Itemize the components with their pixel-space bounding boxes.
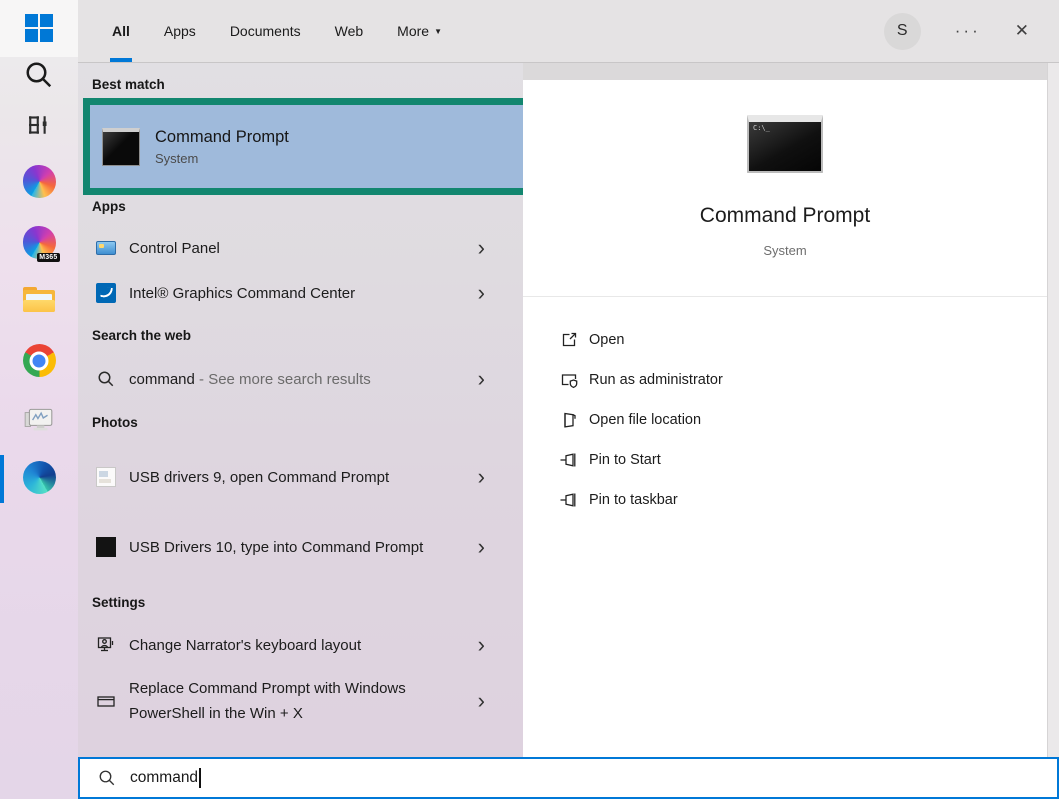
tab-documents[interactable]: Documents [228,0,303,62]
tab-all[interactable]: All [110,0,132,62]
edge-button[interactable] [0,461,78,494]
action-pin-to-start[interactable]: Pin to Start [523,440,1047,480]
search-icon [24,60,54,90]
taskbar: M365 [0,0,78,799]
search-icon [98,769,116,787]
text-cursor [199,768,201,788]
result-intel-graphics[interactable]: Intel® Graphics Command Center › [78,271,523,315]
search-content: Best match Command Prompt System Apps Co… [78,63,1059,757]
chevron-down-icon: ▼ [434,27,442,36]
action-open[interactable]: Open [523,320,1047,360]
result-narrator-setting[interactable]: Change Narrator's keyboard layout › [78,623,523,667]
more-options-button[interactable]: ··· [955,21,981,41]
section-header-web: Search the web [92,328,191,343]
result-replace-cmd-setting[interactable]: Replace Command Prompt with Windows Powe… [78,668,523,734]
file-explorer-icon [23,287,55,312]
preview-subtitle: System [523,243,1047,258]
preview-panel: C:\_ Command Prompt System Open [523,80,1047,757]
section-header-settings: Settings [92,595,145,610]
edge-icon [23,461,56,494]
admin-shield-icon [559,370,579,390]
intel-graphics-icon [96,283,116,303]
command-prompt-icon-large: C:\_ [747,115,823,173]
file-location-icon [559,410,579,430]
scrollbar-track[interactable] [1047,63,1059,757]
photo-thumbnail-icon [96,537,116,557]
preview-title: Command Prompt [523,204,1047,228]
tab-web[interactable]: Web [333,0,366,62]
chevron-right-icon[interactable]: › [478,237,485,259]
cmd-prompt-text: C:\_ [753,124,770,132]
m365-copilot-button[interactable]: M365 [0,226,78,259]
active-app-indicator [0,455,4,503]
section-header-photos: Photos [92,415,138,430]
task-view-icon [24,110,54,140]
action-run-as-administrator[interactable]: Run as administrator [523,360,1047,400]
file-explorer-button[interactable] [0,287,78,312]
taskbar-search-button[interactable] [0,60,78,90]
m365-badge: M365 [37,253,59,262]
search-tabs-bar: All Apps Documents Web More ▼ S ··· ✕ [78,0,1059,63]
result-photo-usb9[interactable]: USB drivers 9, open Command Prompt › [78,444,523,510]
section-header-apps: Apps [92,199,126,214]
chrome-icon [23,344,56,377]
copilot-icon [23,165,56,198]
control-panel-icon [96,241,116,255]
section-header-best-match: Best match [92,77,165,92]
result-best-match[interactable]: Command Prompt System [90,105,543,188]
search-flyout: All Apps Documents Web More ▼ S ··· ✕ Be… [78,0,1059,799]
photo-thumbnail-icon [96,467,116,487]
chevron-right-icon[interactable]: › [478,368,485,390]
chevron-right-icon[interactable]: › [478,634,485,656]
web-query: command [129,371,195,388]
windows-search-overlay: M365 All A [0,0,1059,799]
windows-logo-icon [25,14,53,42]
command-prompt-icon [102,128,140,166]
annotation-highlight-box: Command Prompt System [83,98,550,195]
chevron-right-icon[interactable]: › [478,690,485,712]
action-open-file-location[interactable]: Open file location [523,400,1047,440]
account-avatar[interactable]: S [884,13,921,50]
result-photo-usb10[interactable]: USB Drivers 10, type into Command Prompt… [78,514,523,580]
result-web-search[interactable]: command - See more search results › [78,357,523,401]
best-match-title: Command Prompt [155,128,289,147]
search-icon [97,370,115,388]
system-monitor-icon [23,404,55,434]
action-pin-to-taskbar[interactable]: Pin to taskbar [523,480,1047,520]
tab-apps[interactable]: Apps [162,0,198,62]
copilot-button[interactable] [0,165,78,198]
open-icon [559,330,579,350]
chevron-right-icon[interactable]: › [478,466,485,488]
search-results-list: Best match Command Prompt System Apps Co… [78,63,523,757]
system-monitor-button[interactable] [0,404,78,434]
result-control-panel[interactable]: Control Panel › [78,226,523,270]
start-button[interactable] [0,0,78,57]
tab-more[interactable]: More ▼ [395,0,444,62]
best-match-subtitle: System [155,151,289,166]
search-input-value: command [130,769,198,787]
search-input[interactable]: command [78,757,1059,799]
chrome-button[interactable] [0,344,78,377]
chevron-right-icon[interactable]: › [478,536,485,558]
pin-icon [559,450,579,470]
close-button[interactable]: ✕ [1015,21,1029,41]
console-window-icon [96,691,116,711]
narrator-icon [96,635,116,655]
chevron-right-icon[interactable]: › [478,282,485,304]
web-suffix: - See more search results [199,371,371,388]
divider [523,296,1047,297]
task-view-button[interactable] [0,110,78,140]
pin-icon [559,490,579,510]
